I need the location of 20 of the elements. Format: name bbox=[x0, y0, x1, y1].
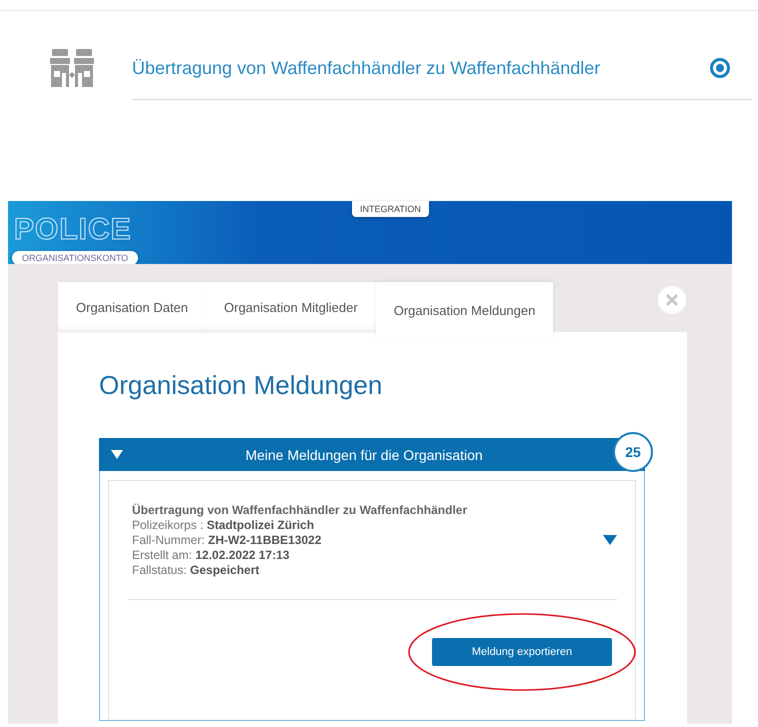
tab[interactable]: Organisation Meldungen bbox=[376, 282, 554, 338]
radio-button[interactable] bbox=[710, 58, 730, 78]
environment-tag: INTEGRATION bbox=[352, 201, 429, 217]
account-tag: ORGANISATIONSKONTO bbox=[12, 251, 138, 265]
tab[interactable]: Organisation Daten bbox=[58, 282, 206, 332]
panel-title: Organisation Meldungen bbox=[99, 370, 384, 401]
report-title: Übertragung von Waffenfachhändler zu Waffenfachhändler bbox=[132, 503, 468, 517]
export-button[interactable]: Meldung exportieren bbox=[432, 638, 612, 666]
close-icon bbox=[666, 294, 678, 306]
caret-icon bbox=[111, 450, 123, 459]
report-field: Fall-Nummer: ZH-W2-11BBE13022 bbox=[132, 533, 603, 547]
logo-text: POLICE bbox=[14, 213, 132, 247]
count-badge: 25 bbox=[613, 432, 653, 472]
shops-icon bbox=[49, 48, 95, 88]
caret-icon[interactable] bbox=[603, 535, 617, 545]
option-label[interactable]: Übertragung von Waffenfachhändler zu Waffenfachhändler bbox=[132, 58, 710, 78]
report-field: Polizeikorps : Stadtpolizei Zürich bbox=[132, 518, 603, 532]
report-field: Erstellt am: 12.02.2022 17:13 bbox=[132, 548, 603, 562]
tab[interactable]: Organisation Mitglieder bbox=[206, 282, 376, 332]
report-field: Fallstatus: Gespeichert bbox=[132, 563, 603, 577]
